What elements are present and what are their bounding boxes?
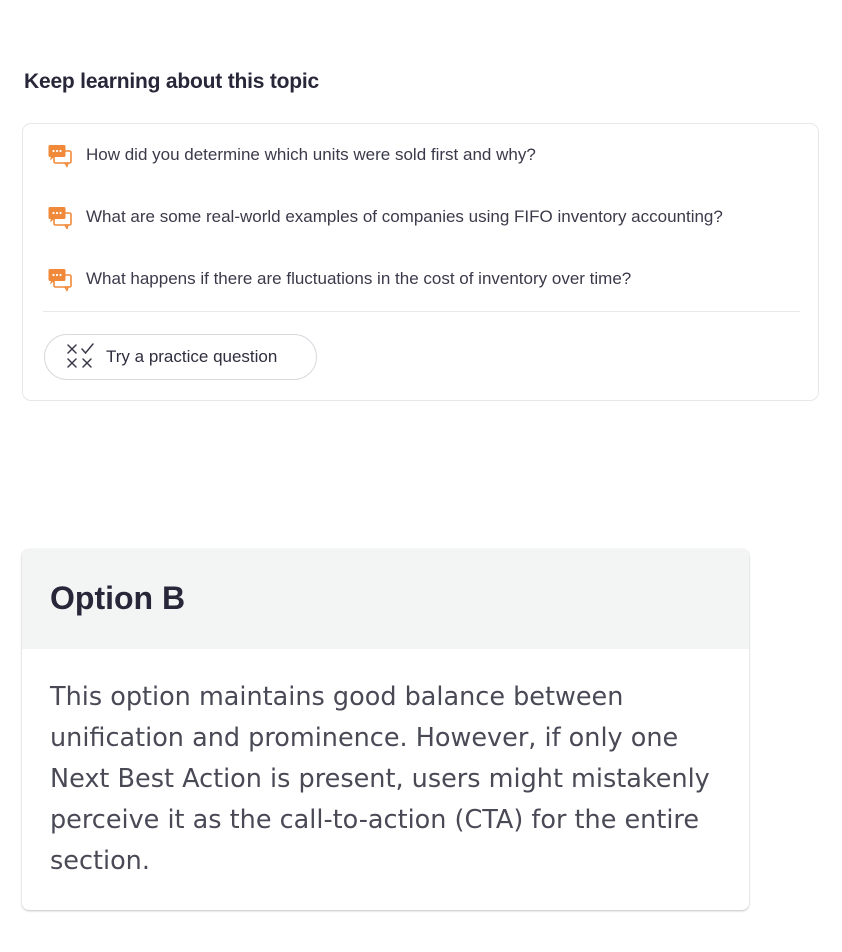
suggested-question[interactable]: How did you determine which units were s… xyxy=(47,141,536,169)
section-title: Keep learning about this topic xyxy=(24,70,320,93)
suggested-question[interactable]: What happens if there are fluctuations i… xyxy=(47,265,631,293)
question-text: How did you determine which units were s… xyxy=(86,145,536,164)
chat-bubbles-icon xyxy=(48,145,72,168)
divider xyxy=(43,311,800,312)
option-card: Option B This option maintains good bala… xyxy=(22,549,749,910)
question-text: What happens if there are fluctuations i… xyxy=(86,269,632,288)
suggested-question[interactable]: What are some real-world examples of com… xyxy=(47,203,723,231)
chat-bubbles-icon xyxy=(48,207,72,230)
option-header: Option B xyxy=(22,549,749,649)
chat-bubbles-icon xyxy=(48,269,72,292)
option-title: Option B xyxy=(50,580,186,616)
question-text: What are some real-world examples of com… xyxy=(86,207,723,226)
practice-button-label: Try a practice question xyxy=(106,347,278,366)
practice-quiz-icon xyxy=(67,343,94,368)
practice-question-button[interactable]: Try a practice question xyxy=(44,334,317,380)
option-description: This option maintains good balance betwe… xyxy=(50,682,710,876)
topic-card: How did you determine which units were s… xyxy=(22,123,819,401)
